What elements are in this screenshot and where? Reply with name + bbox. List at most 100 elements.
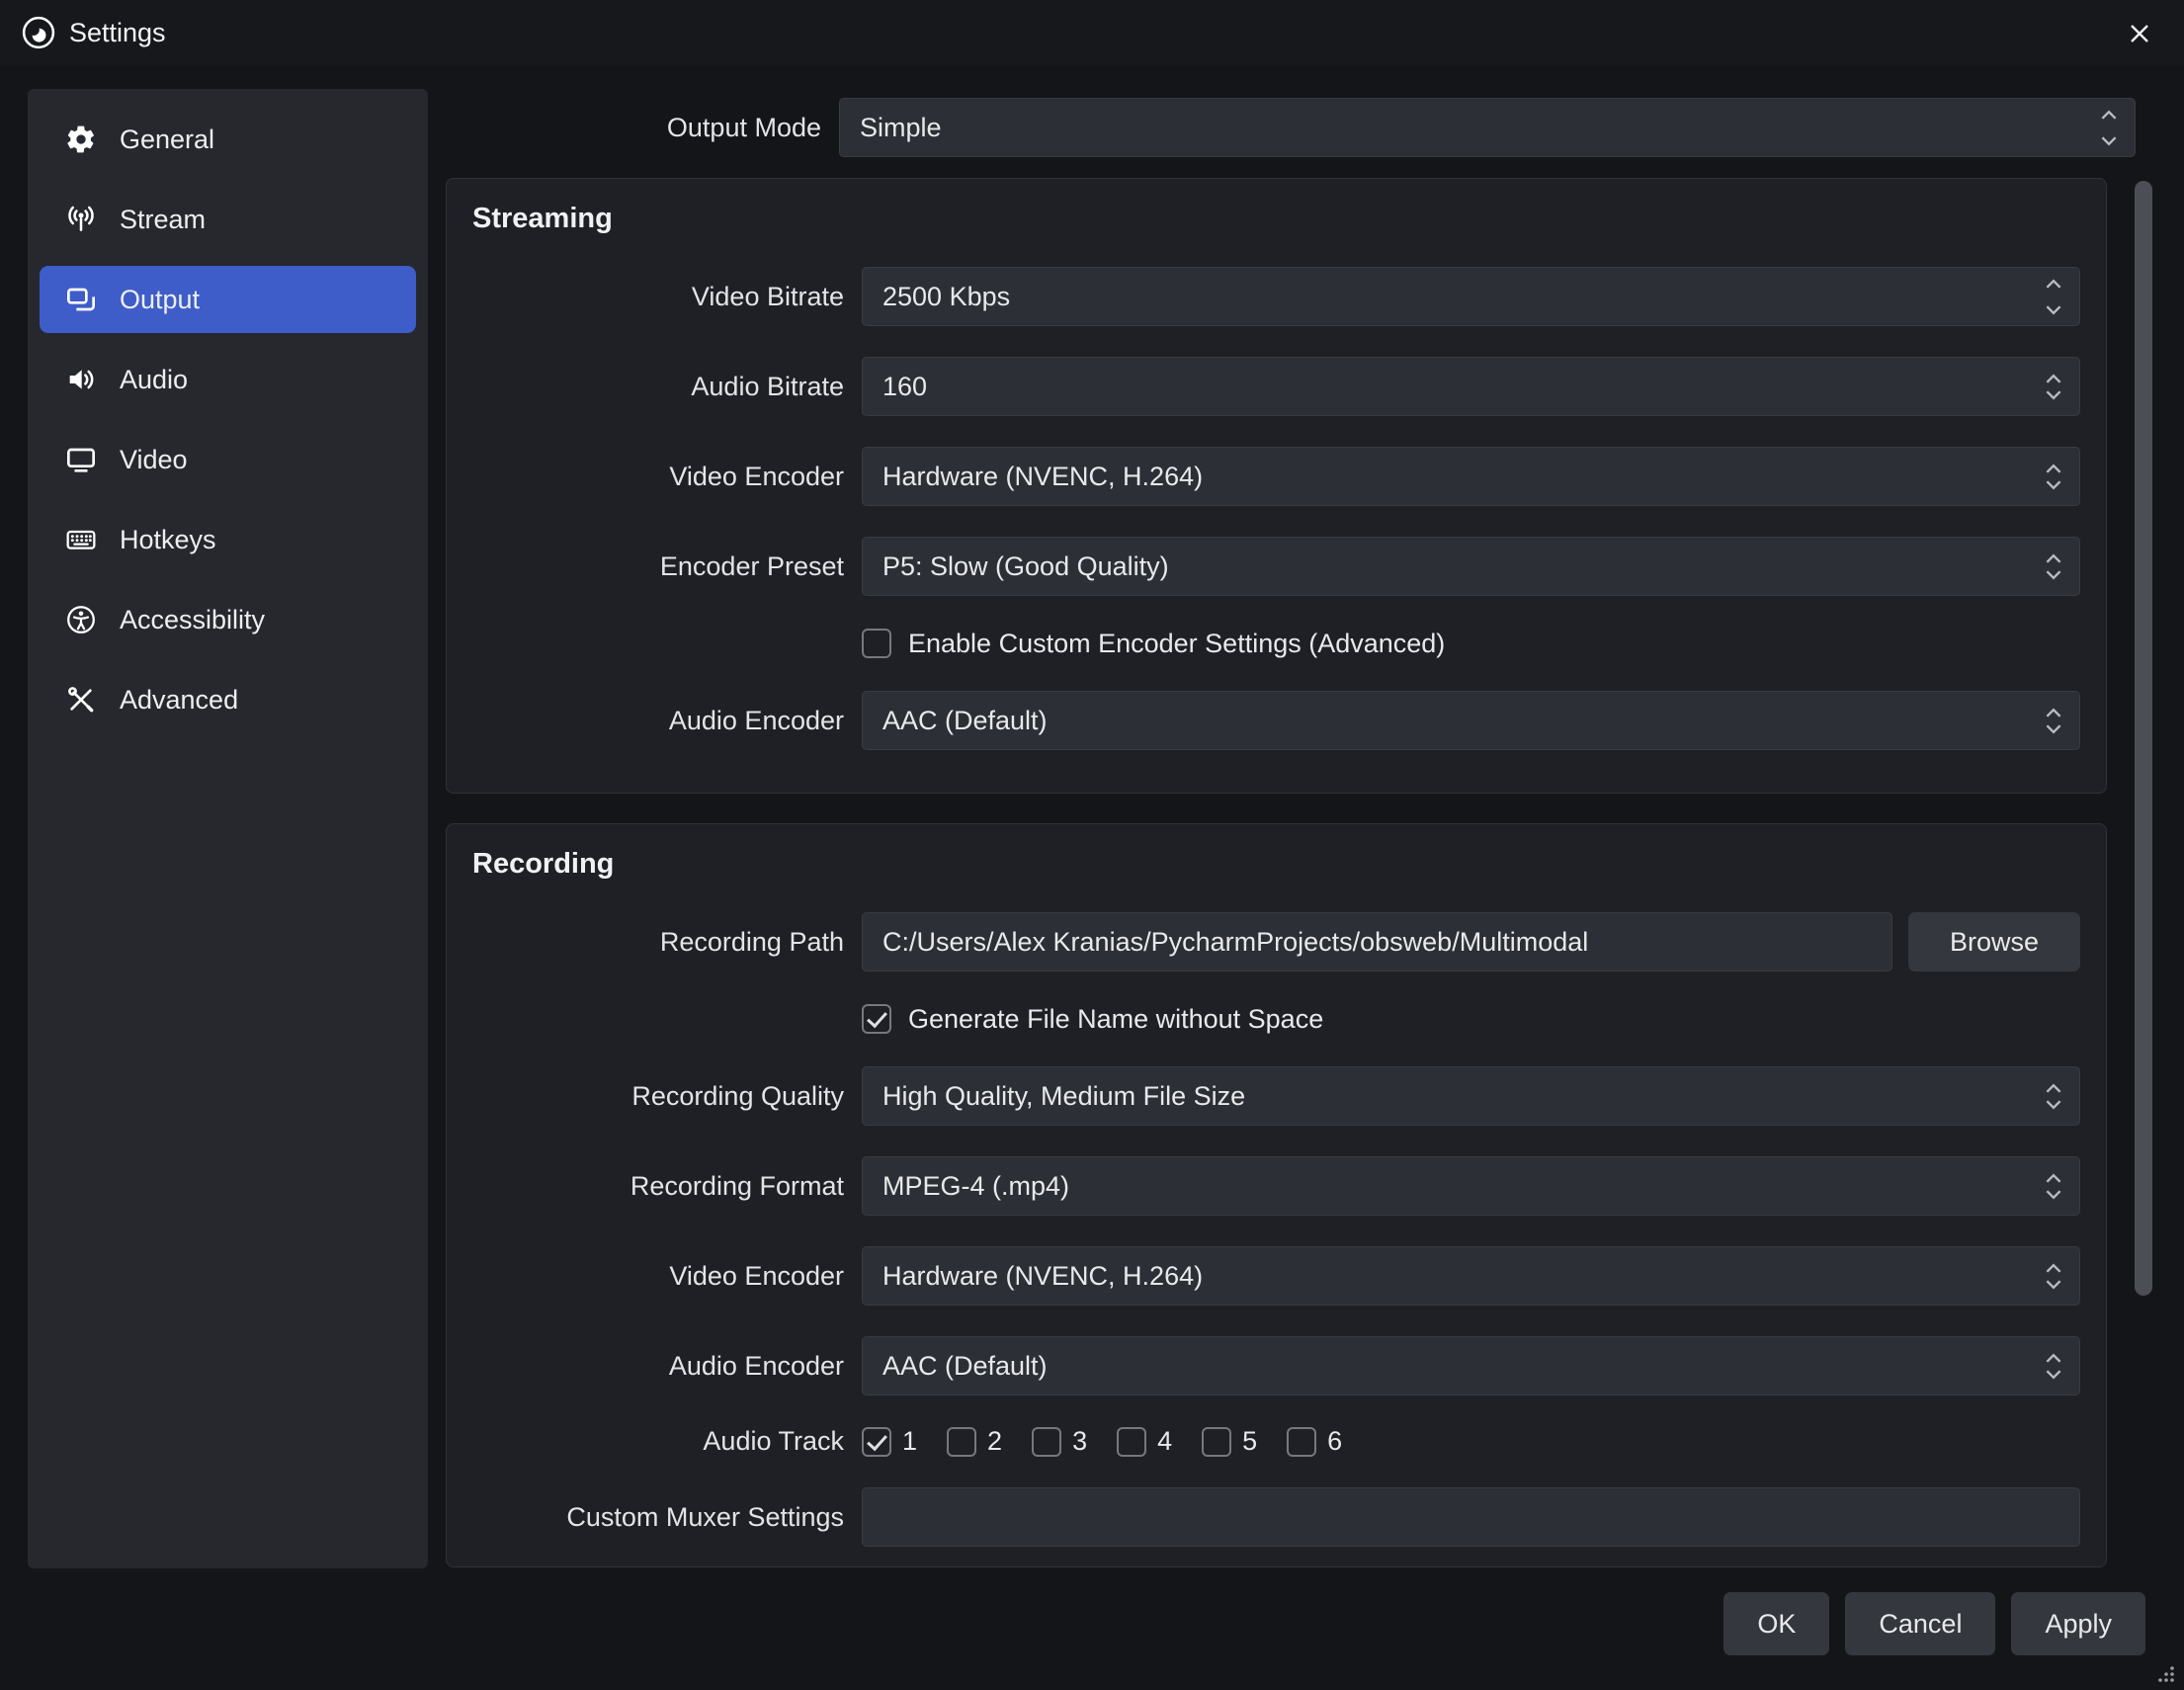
audio-track-item: 1 [862, 1426, 917, 1457]
recording-path-label: Recording Path [472, 927, 844, 958]
spinner-arrows-icon[interactable] [2044, 1173, 2063, 1200]
stream-audio-encoder-label: Audio Encoder [472, 706, 844, 736]
accessibility-icon [65, 604, 97, 635]
sidebar-item-label: Audio [120, 365, 188, 395]
broadcast-icon [65, 204, 97, 235]
audio-track-6-checkbox[interactable] [1287, 1427, 1316, 1457]
streaming-group: Streaming Video Bitrate 2500 Kbps Audio … [446, 178, 2107, 794]
sidebar-item-label: Hotkeys [120, 525, 216, 555]
vertical-scrollbar[interactable] [2135, 181, 2152, 1296]
audio-track-5-label: 5 [1242, 1426, 1257, 1457]
rec-video-encoder-label: Video Encoder [472, 1261, 844, 1292]
audio-track-2-checkbox[interactable] [947, 1427, 976, 1457]
sidebar-item-hotkeys[interactable]: Hotkeys [40, 506, 416, 573]
recording-format-label: Recording Format [472, 1171, 844, 1202]
stream-audio-encoder-select[interactable]: AAC (Default) [862, 691, 2080, 750]
audio-track-item: 6 [1287, 1426, 1342, 1457]
audio-track-5-checkbox[interactable] [1202, 1427, 1231, 1457]
recording-group: Recording Recording Path Browse Generate… [446, 823, 2107, 1567]
custom-muxer-label: Custom Muxer Settings [472, 1502, 844, 1533]
recording-quality-select[interactable]: High Quality, Medium File Size [862, 1066, 2080, 1126]
titlebar: Settings [0, 0, 2184, 65]
encoder-preset-select[interactable]: P5: Slow (Good Quality) [862, 537, 2080, 596]
recording-quality-label: Recording Quality [472, 1081, 844, 1112]
recording-format-select[interactable]: MPEG-4 (.mp4) [862, 1156, 2080, 1216]
audio-track-list: 1 2 3 4 5 6 [862, 1426, 2080, 1457]
video-bitrate-input[interactable]: 2500 Kbps [862, 267, 2080, 326]
output-icon [65, 284, 97, 315]
audio-track-4-checkbox[interactable] [1117, 1427, 1146, 1457]
sidebar-item-output[interactable]: Output [40, 266, 416, 333]
obs-logo-icon [22, 16, 55, 49]
filename-without-space-checkbox[interactable] [862, 1004, 891, 1034]
audio-track-3-checkbox[interactable] [1032, 1427, 1061, 1457]
close-button[interactable] [2121, 15, 2158, 52]
cancel-button[interactable]: Cancel [1845, 1592, 1995, 1655]
audio-track-1-label: 1 [902, 1426, 917, 1457]
sidebar-item-advanced[interactable]: Advanced [40, 666, 416, 733]
keyboard-icon [65, 524, 97, 555]
spinner-arrows-icon[interactable] [2099, 110, 2119, 146]
audio-track-item: 3 [1032, 1426, 1087, 1457]
sidebar-item-general[interactable]: General [40, 106, 416, 173]
spinner-arrows-icon[interactable] [2044, 374, 2063, 400]
settings-window: Settings General Stream Output [0, 0, 2184, 1690]
spinner-arrows-icon[interactable] [2044, 553, 2063, 580]
audio-track-item: 5 [1202, 1426, 1257, 1457]
audio-track-3-label: 3 [1072, 1426, 1087, 1457]
audio-track-1-checkbox[interactable] [862, 1427, 891, 1457]
sidebar-item-label: Stream [120, 205, 206, 235]
audio-bitrate-select[interactable]: 160 [862, 357, 2080, 416]
display-icon [65, 444, 97, 475]
window-title: Settings [69, 18, 166, 48]
sidebar-item-label: Accessibility [120, 605, 265, 635]
sidebar-item-stream[interactable]: Stream [40, 186, 416, 253]
sidebar-item-video[interactable]: Video [40, 426, 416, 493]
custom-muxer-input[interactable] [862, 1487, 2080, 1547]
stream-video-encoder-label: Video Encoder [472, 462, 844, 492]
sidebar-item-label: General [120, 125, 214, 155]
rec-audio-encoder-label: Audio Encoder [472, 1351, 844, 1382]
recording-path-input[interactable] [862, 912, 1892, 972]
output-mode-select[interactable]: Simple [839, 98, 2136, 157]
sidebar-item-label: Video [120, 445, 188, 475]
recording-group-title: Recording [472, 848, 2080, 881]
video-bitrate-label: Video Bitrate [472, 282, 844, 312]
spinner-arrows-icon[interactable] [2044, 464, 2063, 490]
ok-button[interactable]: OK [1723, 1592, 1829, 1655]
encoder-preset-label: Encoder Preset [472, 551, 844, 582]
gear-icon [65, 124, 97, 155]
browse-button[interactable]: Browse [1908, 912, 2080, 972]
output-mode-label: Output Mode [446, 113, 821, 143]
rec-audio-encoder-select[interactable]: AAC (Default) [862, 1336, 2080, 1395]
audio-bitrate-label: Audio Bitrate [472, 372, 844, 402]
custom-encoder-checkbox-label: Enable Custom Encoder Settings (Advanced… [908, 629, 1445, 659]
stream-video-encoder-select[interactable]: Hardware (NVENC, H.264) [862, 447, 2080, 506]
footer: OK Cancel Apply [0, 1592, 2184, 1655]
rec-video-encoder-select[interactable]: Hardware (NVENC, H.264) [862, 1246, 2080, 1306]
tools-icon [65, 684, 97, 716]
spinner-arrows-icon[interactable] [2044, 279, 2063, 315]
spinner-arrows-icon[interactable] [2044, 708, 2063, 734]
filename-without-space-checkbox-label: Generate File Name without Space [908, 1004, 1323, 1035]
streaming-group-title: Streaming [472, 203, 2080, 235]
audio-track-label: Audio Track [472, 1426, 844, 1457]
apply-button[interactable]: Apply [2011, 1592, 2145, 1655]
sidebar-item-audio[interactable]: Audio [40, 346, 416, 413]
audio-track-2-label: 2 [987, 1426, 1002, 1457]
spinner-arrows-icon[interactable] [2044, 1083, 2063, 1110]
settings-sidebar: General Stream Output Audio Video [28, 89, 428, 1568]
custom-encoder-checkbox[interactable] [862, 629, 891, 658]
resize-grip[interactable] [2152, 1660, 2176, 1684]
sidebar-item-accessibility[interactable]: Accessibility [40, 586, 416, 653]
spinner-arrows-icon[interactable] [2044, 1353, 2063, 1380]
audio-track-item: 2 [947, 1426, 1002, 1457]
audio-track-item: 4 [1117, 1426, 1172, 1457]
audio-track-6-label: 6 [1327, 1426, 1342, 1457]
output-mode-row: Output Mode Simple [446, 98, 2136, 157]
speaker-icon [65, 364, 97, 395]
audio-track-4-label: 4 [1157, 1426, 1172, 1457]
sidebar-item-label: Advanced [120, 685, 238, 716]
output-mode-value: Simple [860, 113, 2087, 143]
spinner-arrows-icon[interactable] [2044, 1263, 2063, 1290]
